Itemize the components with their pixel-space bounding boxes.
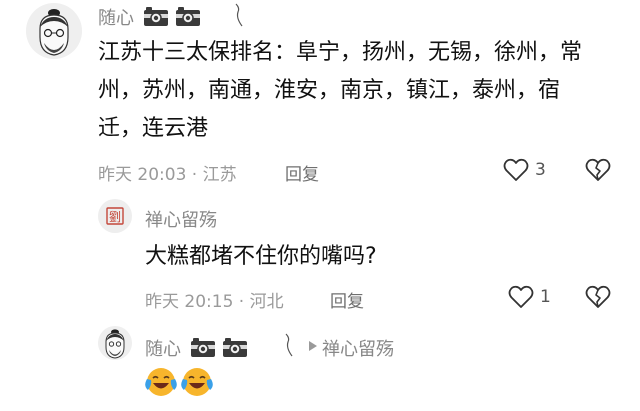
svg-text:劉: 劉 xyxy=(109,209,121,224)
comment-emojis xyxy=(145,366,225,400)
play-triangle-icon xyxy=(308,340,318,352)
camera-badge-icon xyxy=(175,5,201,27)
camera-badge-icon xyxy=(143,5,169,27)
scribble-mark xyxy=(232,2,248,32)
avatar[interactable] xyxy=(26,3,82,59)
avatar[interactable]: 劉 xyxy=(98,199,132,233)
comment-text: 江苏十三太保排名：阜宁，扬州，无锡，徐州，常州，苏州，南通，淮安，南京，镇江，泰… xyxy=(98,40,583,141)
reply-target-username[interactable]: 禅心留殇 xyxy=(322,335,394,361)
avatar[interactable] xyxy=(98,326,132,360)
laughing-crying-emoji xyxy=(181,366,213,402)
broken-heart-icon[interactable] xyxy=(585,285,611,309)
comment-username[interactable]: 随心 xyxy=(145,335,181,361)
laughing-crying-emoji xyxy=(145,366,177,402)
heart-icon[interactable] xyxy=(503,158,529,182)
comment-username[interactable]: 禅心留殇 xyxy=(145,206,217,232)
broken-heart-icon[interactable] xyxy=(585,158,611,182)
camera-badge-icon xyxy=(222,336,248,358)
reply-button[interactable]: 回复 xyxy=(285,160,319,185)
comment-username[interactable]: 随心 xyxy=(98,4,134,30)
comment-timestamp: 昨天 20:15 · 河北 xyxy=(145,292,284,312)
heart-icon[interactable] xyxy=(508,285,534,309)
comment-timestamp: 昨天 20:03 · 江苏 xyxy=(98,165,237,185)
scribble-mark xyxy=(282,332,298,362)
like-count: 3 xyxy=(535,160,546,180)
reply-button[interactable]: 回复 xyxy=(330,287,364,312)
camera-badge-icon xyxy=(190,336,216,358)
like-count: 1 xyxy=(540,287,551,307)
comment-text: 大糕都堵不住你的嘴吗? xyxy=(145,244,377,269)
